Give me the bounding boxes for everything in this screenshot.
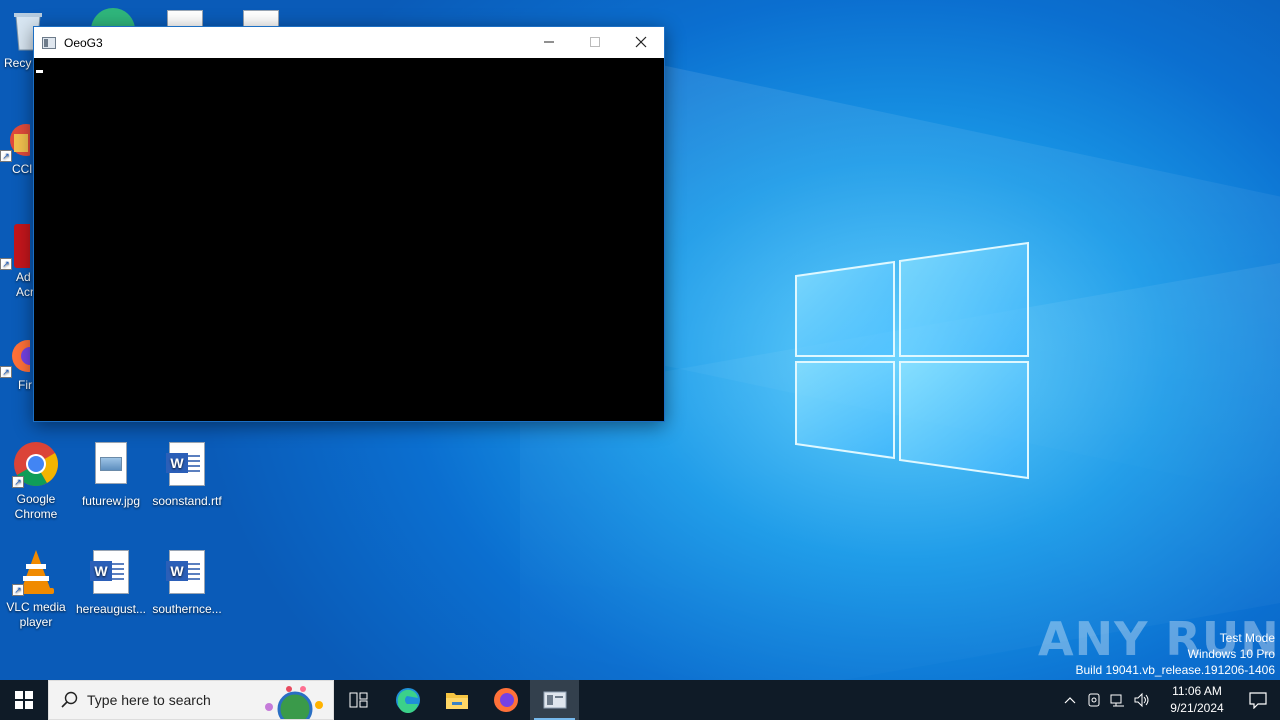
desktop-icon-doc-partial-2[interactable] [236,8,286,28]
console-window[interactable]: OeoG3 [33,26,665,422]
test-mode-watermark: Test Mode Windows 10 Pro Build 19041.vb_… [1076,630,1276,678]
taskbar: Type here to search 11:06 AM 9/21/2024 [0,680,1280,720]
windows-edition-label: Windows 10 Pro [1187,647,1275,661]
chrome-icon: ↗ [12,440,60,488]
chevron-up-icon [1064,697,1076,704]
word-document-icon: W [87,550,135,598]
desktop-icon-label: futurew.jpg [81,494,141,508]
shortcut-arrow-icon: ↗ [0,366,12,378]
action-center-button[interactable] [1236,680,1280,720]
maximize-button[interactable] [572,27,618,57]
shortcut-arrow-icon: ↗ [12,584,24,596]
close-button[interactable] [618,27,664,57]
desktop-icon-label: Google Chrome [14,492,58,521]
minimize-icon [544,41,554,43]
search-placeholder: Type here to search [87,692,211,708]
edge-icon [89,6,137,26]
window-title: OeoG3 [64,35,103,50]
volume-icon [1134,692,1149,708]
desktop-icon-futurew-jpg[interactable]: futurew.jpg [73,440,149,509]
search-icon [61,691,78,708]
network-icon [1110,694,1124,707]
console-app-icon [42,36,56,49]
shortcut-arrow-icon: ↗ [0,150,12,162]
close-icon [635,36,647,48]
text-cursor [36,70,43,73]
image-file-icon [87,442,135,490]
notification-icon [1249,692,1267,709]
desktop-icon-label: hereaugust... [75,602,147,616]
search-highlight-globe-icon [265,686,323,719]
test-mode-label: Test Mode [1219,631,1275,645]
word-document-icon: W [163,550,211,598]
desktop-icon-google-chrome[interactable]: ↗ Google Chrome [0,440,74,522]
firefox-icon [493,688,518,712]
start-button[interactable] [0,680,48,720]
clock-date: 9/21/2024 [1170,701,1224,715]
desktop-icon-label: southernce... [152,602,222,616]
firefox-icon: ↗ [0,336,44,378]
window-controls [526,27,664,57]
system-tray: 11:06 AM 9/21/2024 [1058,680,1280,720]
clock-time: 11:06 AM [1172,684,1222,698]
minimize-button[interactable] [526,27,572,57]
tray-device-button[interactable] [1082,680,1106,720]
word-document-icon: W [163,442,211,490]
edge-icon [395,688,420,713]
taskbar-search-box[interactable]: Type here to search [48,680,334,720]
desktop-icon-label: soonstand.rtf [152,494,222,508]
console-app-icon [543,691,566,709]
desktop-icon-label: VLC media player [6,600,66,629]
shortcut-arrow-icon: ↗ [0,258,12,270]
network-button[interactable] [1106,680,1130,720]
windows-logo-wallpaper [795,241,1029,480]
desktop-icon-soonstand-rtf[interactable]: W soonstand.rtf [149,440,225,509]
folder-icon [445,693,468,709]
task-view-button[interactable] [334,680,383,720]
shortcut-arrow-icon: ↗ [12,476,24,488]
taskbar-firefox[interactable] [481,680,530,720]
window-titlebar[interactable]: OeoG3 [34,27,664,58]
taskbar-clock[interactable]: 11:06 AM 9/21/2024 [1158,683,1236,717]
console-output-area[interactable] [34,58,664,421]
taskbar-console-app[interactable] [530,680,579,720]
build-label: Build 19041.vb_release.191206-1406 [1075,663,1276,677]
adobe-acrobat-icon: ↗ [0,224,34,270]
task-view-icon [349,692,367,708]
device-icon [1088,693,1100,707]
windows-start-icon [15,691,33,709]
show-hidden-icons-button[interactable] [1058,680,1082,720]
ccleaner-icon: ↗ [0,120,42,162]
vlc-cone-icon: ↗ [12,548,60,596]
volume-button[interactable] [1130,680,1154,720]
desktop-icon-southernce[interactable]: W southernce... [149,548,225,617]
desktop-icon-doc-partial-1[interactable] [160,8,210,28]
taskbar-edge[interactable] [383,680,432,720]
maximize-icon [590,37,600,47]
taskbar-file-explorer[interactable] [432,680,481,720]
desktop-icon-vlc-media-player[interactable]: ↗ VLC media player [0,548,74,630]
desktop-icon-label-text: Ad Acr [16,270,34,299]
desktop-icon-hereaugust[interactable]: W hereaugust... [73,548,149,617]
